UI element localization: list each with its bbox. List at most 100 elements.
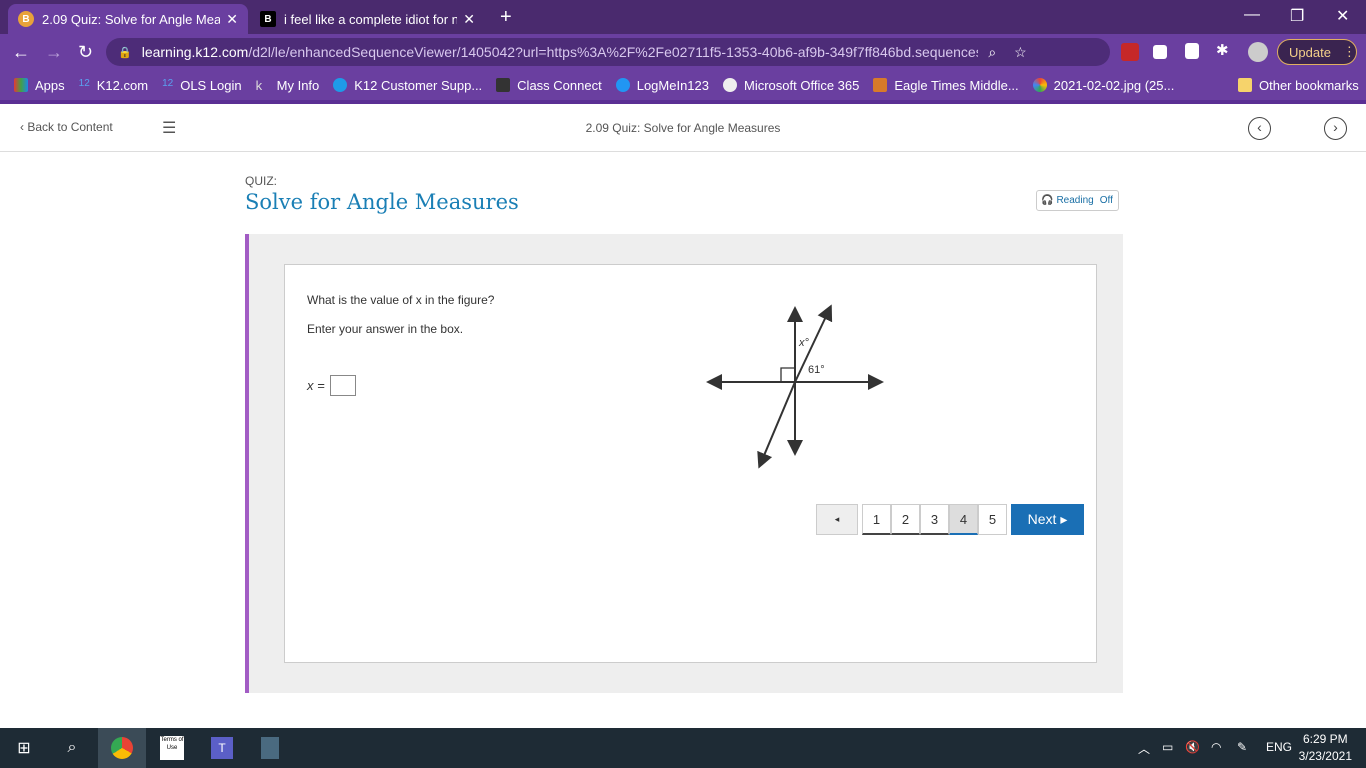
bookmark-logmein[interactable]: LogMeIn123: [615, 77, 709, 93]
bookmark-ols-login[interactable]: 12 OLS Login: [162, 78, 242, 93]
reading-state: Off: [1099, 195, 1113, 206]
bookmark-k12[interactable]: 12 K12.com: [79, 78, 148, 93]
shield-extension-icon[interactable]: [1185, 43, 1199, 59]
bookmark-label: Class Connect: [517, 77, 602, 93]
instruction-text: Enter your answer in the box.: [307, 322, 464, 336]
menu-dots-icon: ⋮: [1342, 44, 1356, 59]
lock-icon: 🔒: [118, 46, 132, 59]
windows-start-icon[interactable]: ⊞: [0, 728, 48, 768]
bookmark-class-connect[interactable]: Class Connect: [496, 78, 602, 93]
google-photos-icon: [1032, 78, 1047, 92]
terms-of-use-app[interactable]: Terms of Use: [148, 728, 196, 768]
salesforce-icon: [333, 78, 348, 92]
page-title: Solve for Angle Measures: [245, 190, 519, 214]
bookmarks-bar: Apps 12 K12.com 12 OLS Login k My Info K12 …: [0, 70, 1366, 100]
star-icon[interactable]: ☆: [1014, 44, 1027, 61]
zoom-icon[interactable]: ⌕: [988, 44, 996, 61]
k12-icon: 12: [162, 78, 174, 89]
clock[interactable]: 6:29 PM 3/23/2021: [1299, 731, 1352, 765]
address-bar[interactable]: 🔒 learning.k12.com/d2l/le/enhancedSequen…: [106, 38, 1110, 66]
headphones-icon: 🎧: [1041, 195, 1054, 206]
bookmark-label: Apps: [35, 77, 65, 93]
url-path: /d2l/le/enhancedSequenceViewer/1405042?u…: [248, 44, 979, 60]
page-2-button[interactable]: 2: [891, 504, 920, 535]
bookmark-label: LogMeIn123: [636, 77, 709, 93]
tab-title: i feel like a complete idiot for not: [284, 11, 458, 27]
reading-label: Reading: [1056, 195, 1094, 206]
new-tab-button[interactable]: +: [500, 6, 512, 29]
question-panel: What is the value of x in the figure? En…: [245, 234, 1123, 693]
bookmark-label: Microsoft Office 365: [744, 77, 860, 93]
question-text: What is the value of x in the figure?: [307, 293, 495, 307]
update-button[interactable]: Update ⋮: [1277, 39, 1357, 65]
reload-icon[interactable]: ↻: [78, 42, 93, 63]
time: 6:29 PM: [1302, 732, 1348, 746]
next-button[interactable]: Next ▸: [1011, 504, 1084, 535]
reading-toggle[interactable]: 🎧 Reading Off: [1036, 190, 1119, 211]
answer-input[interactable]: [329, 375, 356, 396]
restore-button[interactable]: ❐: [1290, 6, 1304, 26]
language-indicator[interactable]: ENG: [1266, 740, 1292, 754]
tab-strip: B 2.09 Quiz: Solve for Angle Measu ✕ B i…: [0, 0, 1366, 34]
header-title: 2.09 Quiz: Solve for Angle Measures: [585, 121, 781, 135]
avatar[interactable]: [1248, 42, 1268, 62]
pen-icon[interactable]: ✎: [1237, 740, 1247, 754]
bookmark-label: Other bookmarks: [1259, 77, 1359, 93]
globe-icon: [723, 78, 737, 92]
bookmark-label: OLS Login: [180, 77, 242, 93]
angle-61-label: 61°: [808, 364, 825, 376]
bookmark-k12-support[interactable]: K12 Customer Supp...: [333, 78, 482, 93]
next-activity-button[interactable]: ›: [1324, 117, 1347, 140]
close-tab-icon[interactable]: ✕: [463, 11, 475, 28]
my-info-icon: k: [255, 78, 263, 93]
calculator-icon[interactable]: [246, 728, 294, 768]
page-1-button[interactable]: 1: [862, 504, 891, 535]
show-hidden-icons[interactable]: ︿: [1138, 740, 1150, 757]
page-4-button[interactable]: 4: [949, 504, 978, 535]
forward-icon[interactable]: →: [45, 42, 63, 63]
tab-brainly[interactable]: B i feel like a complete idiot for not ✕: [250, 4, 485, 34]
bookmark-jpg[interactable]: 2021-02-02.jpg (25...: [1032, 77, 1175, 93]
page-3-button[interactable]: 3: [920, 504, 949, 535]
video-extension-icon[interactable]: [1153, 45, 1167, 59]
close-tab-icon[interactable]: ✕: [226, 11, 238, 28]
acrobat-icon[interactable]: [1121, 43, 1139, 61]
b-icon: B: [260, 11, 276, 27]
pagination: ◂ 1 2 3 4 5 Next ▸: [816, 504, 1084, 535]
tab-quiz[interactable]: B 2.09 Quiz: Solve for Angle Measu ✕: [8, 4, 248, 34]
bookmark-label: 2021-02-02.jpg (25...: [1053, 77, 1175, 93]
wifi-icon[interactable]: ◠: [1211, 740, 1221, 754]
logmein-icon: [615, 78, 630, 92]
brainly-icon: B: [18, 11, 34, 27]
back-icon[interactable]: ←: [12, 42, 30, 63]
bookmark-eagle-times[interactable]: Eagle Times Middle...: [873, 77, 1019, 93]
battery-icon[interactable]: ▭: [1162, 740, 1173, 754]
answer-label: x =: [307, 378, 325, 393]
folder-icon: [1238, 78, 1252, 92]
close-window-button[interactable]: ✕: [1336, 6, 1349, 26]
transversal-line: [757, 381, 796, 469]
bookmark-label: K12 Customer Supp...: [354, 77, 483, 93]
quiz-label: QUIZ:: [245, 174, 277, 188]
page-5-button[interactable]: 5: [978, 504, 1007, 535]
bookmark-office[interactable]: Microsoft Office 365: [723, 78, 859, 93]
chrome-icon[interactable]: [98, 728, 146, 768]
volume-muted-icon[interactable]: 🔇: [1185, 740, 1200, 754]
content-header: ‹ Back to Content ☰ 2.09 Quiz: Solve for…: [0, 104, 1366, 152]
other-bookmarks[interactable]: Other bookmarks: [1238, 78, 1359, 93]
minimize-button[interactable]: —: [1244, 6, 1260, 24]
right-angle-mark: [780, 367, 795, 382]
search-icon[interactable]: ⌕: [48, 728, 96, 768]
bookmark-label: Eagle Times Middle...: [894, 77, 1019, 93]
extensions-puzzle-icon[interactable]: ✱: [1216, 41, 1234, 59]
previous-question-button[interactable]: ◂: [816, 504, 858, 535]
update-label: Update: [1289, 44, 1331, 60]
terms-label: Terms of Use: [160, 736, 184, 760]
previous-activity-button[interactable]: ‹: [1248, 117, 1271, 140]
teams-icon[interactable]: T: [198, 728, 246, 768]
date: 3/23/2021: [1298, 749, 1352, 763]
bookmark-label: K12.com: [96, 77, 149, 93]
k12-icon: 12: [78, 78, 90, 89]
bookmark-apps[interactable]: Apps: [14, 78, 65, 93]
bookmark-my-info[interactable]: k My Info: [255, 78, 320, 94]
